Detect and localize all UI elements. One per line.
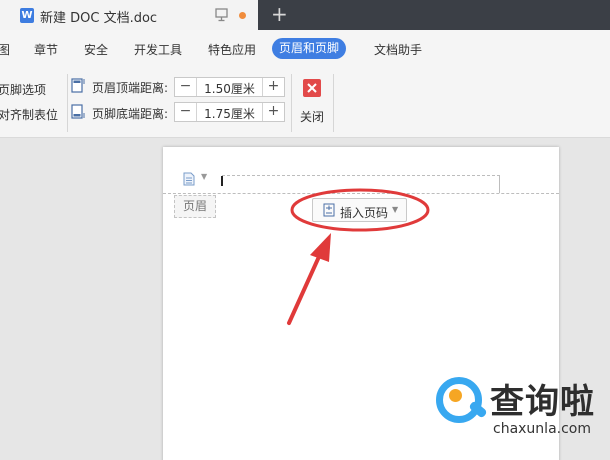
header-boundary-line — [163, 193, 559, 194]
ribbon-menu-bar: 图 章节 安全 开发工具 特色应用 页眉和页脚 文档助手 — [0, 30, 610, 68]
new-tab-button[interactable]: + — [271, 2, 288, 26]
toolbar-divider — [333, 74, 334, 132]
document-tab-title: 新建 DOC 文档.doc — [40, 11, 158, 26]
monitor-icon[interactable] — [215, 8, 228, 22]
close-header-footer-button[interactable] — [303, 79, 321, 97]
menu-item-view[interactable]: 图 — [0, 41, 10, 58]
document-tab[interactable]: W 新建 DOC 文档.doc — [0, 0, 258, 30]
footer-bottom-distance-label: 页脚底端距离: — [92, 107, 169, 121]
menu-item-security[interactable]: 安全 — [84, 41, 108, 58]
insert-page-number-label: 插入页码 — [340, 206, 389, 220]
footer-bottom-distance-value[interactable]: 1.75厘米 — [197, 105, 262, 122]
align-tab-button[interactable]: 对齐制表位 — [0, 106, 58, 123]
chevron-down-icon: ▼ — [392, 205, 399, 214]
header-top-increase-button[interactable]: + — [262, 78, 284, 96]
header-tag: 页眉 — [174, 195, 216, 218]
menu-item-special-apps[interactable]: 特色应用 — [208, 41, 256, 58]
title-tab-bar: W 新建 DOC 文档.doc + — [0, 0, 610, 30]
toolbar-divider — [67, 74, 68, 132]
chevron-down-icon[interactable]: ▼ — [201, 172, 207, 181]
text-cursor — [221, 176, 223, 186]
menu-item-header-footer[interactable]: 页眉和页脚 — [272, 38, 347, 59]
unsaved-dot-icon[interactable] — [239, 12, 246, 19]
menu-item-doc-assistant[interactable]: 文档助手 — [374, 41, 422, 58]
menu-item-developer-tools[interactable]: 开发工具 — [134, 41, 182, 58]
header-area[interactable] — [222, 175, 500, 193]
close-button-label[interactable]: 关闭 — [300, 108, 324, 125]
header-top-decrease-button[interactable]: − — [175, 78, 197, 96]
wps-writer-icon: W — [20, 8, 34, 23]
watermark-logo-dot — [449, 389, 462, 402]
page-number-icon — [323, 203, 335, 217]
header-top-distance-stepper: − 1.50厘米 + — [174, 77, 285, 97]
header-top-distance-value[interactable]: 1.50厘米 — [197, 80, 262, 97]
footer-bottom-distance-stepper: − 1.75厘米 + — [174, 102, 285, 122]
footer-bottom-increase-button[interactable]: + — [262, 103, 284, 121]
watermark-url: chaxunla.com — [493, 421, 591, 437]
insert-page-number-button[interactable]: 插入页码 ▼ — [312, 198, 407, 222]
footer-bottom-distance-icon — [71, 104, 85, 119]
footer-options-button[interactable]: 页脚选项 — [0, 81, 46, 98]
close-icon — [307, 83, 317, 93]
footer-bottom-decrease-button[interactable]: − — [175, 103, 197, 121]
header-top-distance-icon — [71, 78, 85, 93]
header-options-page-icon[interactable] — [183, 172, 195, 186]
toolbar-divider — [291, 74, 292, 132]
header-footer-toolbar: 页脚选项 对齐制表位 页眉顶端距离: − 1.50厘米 + 页脚底端距离: − … — [0, 68, 610, 138]
header-top-distance-label: 页眉顶端距离: — [92, 81, 169, 95]
watermark-title: 查询啦 — [490, 382, 595, 422]
menu-item-section[interactable]: 章节 — [34, 41, 58, 58]
